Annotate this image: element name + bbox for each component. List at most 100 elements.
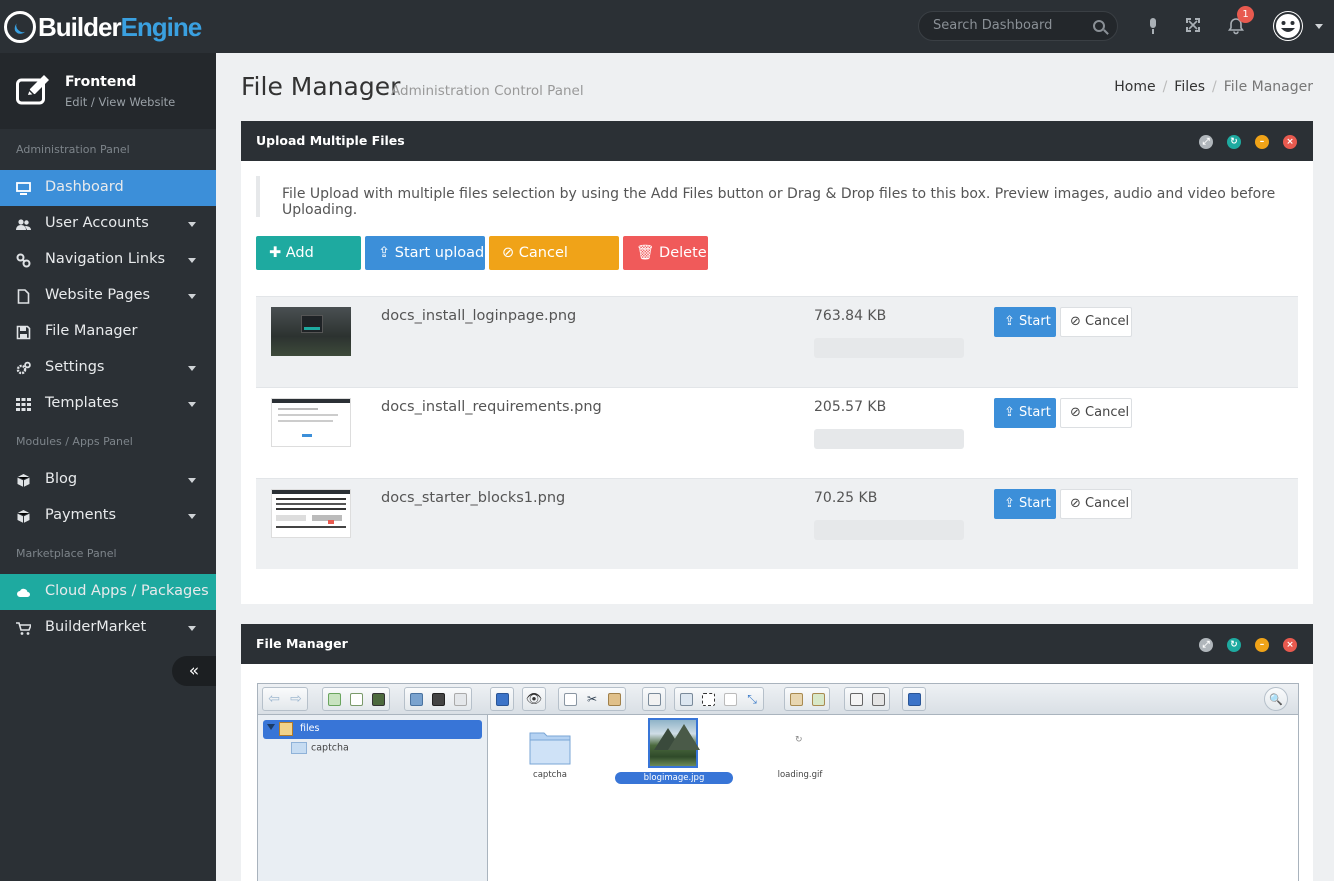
- view-icons-icon[interactable]: [845, 688, 867, 710]
- sidebar-item-website-pages[interactable]: Website Pages: [0, 278, 216, 314]
- extract-icon[interactable]: [785, 688, 807, 710]
- user-menu-caret-icon[interactable]: [1315, 24, 1323, 29]
- sidebar-item-settings[interactable]: Settings: [0, 350, 216, 386]
- search-icon[interactable]: 🔍: [1265, 688, 1287, 710]
- file-label: loading.gif: [777, 770, 823, 780]
- back-icon[interactable]: ⇦: [263, 688, 285, 710]
- cut-icon[interactable]: ✂: [581, 688, 603, 710]
- chevron-down-icon: [188, 366, 196, 371]
- archive-icon[interactable]: [807, 688, 829, 710]
- sidebar-item-label: File Manager: [45, 323, 138, 339]
- sidebar-item-label: Settings: [45, 359, 105, 375]
- expand-icon[interactable]: ⤢: [1199, 135, 1213, 149]
- copy-icon[interactable]: [559, 688, 581, 710]
- cogs-icon: [16, 361, 31, 375]
- chevron-down-icon: [188, 478, 196, 483]
- expand-icon[interactable]: ⤢: [1199, 638, 1213, 652]
- cancel-upload-button[interactable]: ⊘ Cancel upload: [489, 236, 619, 295]
- frontend-subtitle: Edit / View Website: [65, 95, 176, 109]
- refresh-icon[interactable]: ↻: [1227, 135, 1241, 149]
- sidebar-item-cloud-apps[interactable]: Cloud Apps / Packages: [0, 574, 216, 610]
- breadcrumb-files[interactable]: Files: [1174, 79, 1205, 95]
- file-label: captcha: [533, 770, 567, 780]
- minimize-icon[interactable]: –: [1255, 135, 1269, 149]
- sidebar-item-templates[interactable]: Templates: [0, 386, 216, 422]
- cancel-button[interactable]: ⊘ Cancel: [1060, 398, 1132, 428]
- file-item-captcha[interactable]: captcha: [519, 725, 579, 785]
- tree-item-captcha[interactable]: captcha: [291, 742, 349, 754]
- delete-button[interactable]: 🗑 Delete: [623, 236, 708, 270]
- sidebar-item-dashboard[interactable]: Dashboard: [0, 170, 216, 206]
- start-upload-button[interactable]: ⇪ Start upload: [365, 236, 485, 270]
- folder-icon: [529, 732, 571, 765]
- cancel-button[interactable]: ⊘ Cancel: [1060, 307, 1132, 337]
- start-button[interactable]: ⇪ Start: [994, 398, 1056, 428]
- brand-logo[interactable]: BuilderEngine: [4, 11, 203, 43]
- file-item-blogimage[interactable]: blogimage.jpg: [615, 718, 733, 788]
- save-icon[interactable]: [367, 688, 389, 710]
- refresh-icon[interactable]: ↻: [1227, 638, 1241, 652]
- paste-icon[interactable]: [603, 688, 625, 710]
- search-box: [918, 11, 1118, 41]
- edit-file-icon[interactable]: [719, 688, 741, 710]
- duplicate-icon[interactable]: [643, 688, 665, 710]
- toolbar-group-extract: [784, 687, 830, 711]
- upload-file-icon[interactable]: [323, 688, 345, 710]
- elfinder-file-manager: ⇦ ⇨ 👁 ✂ ⤡ 🔍 files captcha captcha blogim…: [257, 683, 1299, 881]
- close-icon[interactable]: ×: [1283, 135, 1297, 149]
- toolbar-group-layout: [844, 687, 890, 711]
- microphone-icon[interactable]: [1144, 17, 1162, 35]
- chevron-down-icon: [188, 294, 196, 299]
- info-icon[interactable]: [491, 688, 513, 710]
- sidebar-item-user-accounts[interactable]: User Accounts: [0, 206, 216, 242]
- forward-icon[interactable]: ⇨: [285, 688, 307, 710]
- select-icon[interactable]: [449, 688, 471, 710]
- sidebar-item-navigation-links[interactable]: Navigation Links: [0, 242, 216, 278]
- add-files-button[interactable]: ✚ Add files...: [256, 236, 361, 295]
- cancel-button[interactable]: ⊘ Cancel: [1060, 489, 1132, 519]
- sidebar-collapse-button[interactable]: «: [172, 656, 216, 686]
- trash-icon: 🗑: [636, 245, 655, 261]
- chevron-down-icon: [188, 222, 196, 227]
- sidebar-item-file-manager[interactable]: File Manager: [0, 314, 216, 350]
- avatar[interactable]: [1273, 11, 1303, 41]
- top-bar: BuilderEngine 1: [0, 0, 1334, 53]
- minimize-icon[interactable]: –: [1255, 638, 1269, 652]
- file-manager-toolbar: ⇦ ⇨ 👁 ✂ ⤡ 🔍: [258, 684, 1298, 715]
- sidebar-item-blog[interactable]: Blog: [0, 462, 216, 498]
- close-icon[interactable]: ×: [1283, 638, 1297, 652]
- search-input[interactable]: [933, 18, 1093, 33]
- search-icon[interactable]: [1093, 20, 1105, 32]
- start-button[interactable]: ⇪ Start: [994, 307, 1056, 337]
- toolbar-group-archive: [642, 687, 666, 711]
- rename-icon[interactable]: [675, 688, 697, 710]
- sidebar-item-label: User Accounts: [45, 215, 149, 231]
- breadcrumb-home[interactable]: Home: [1114, 79, 1155, 95]
- plus-icon: ✚: [269, 245, 282, 261]
- frontend-link[interactable]: Frontend Edit / View Website: [0, 53, 216, 129]
- chevron-down-icon: [188, 402, 196, 407]
- open-icon[interactable]: [405, 688, 427, 710]
- brand-name-part2: Engine: [120, 11, 203, 42]
- save-icon: [16, 325, 31, 340]
- resize-icon[interactable]: ⤡: [741, 688, 763, 710]
- file-item-loading[interactable]: ↻ loading.gif: [769, 725, 829, 785]
- help-icon[interactable]: [903, 688, 925, 710]
- cart-icon: [16, 622, 31, 635]
- notification-badge: 1: [1237, 6, 1254, 23]
- start-button[interactable]: ⇪ Start: [994, 489, 1056, 519]
- sidebar-item-payments[interactable]: Payments: [0, 498, 216, 534]
- sidebar-item-buildermarket[interactable]: BuilderMarket: [0, 610, 216, 646]
- download-icon[interactable]: [427, 688, 449, 710]
- fullscreen-icon[interactable]: [1184, 17, 1202, 35]
- select-all-icon[interactable]: [697, 688, 719, 710]
- collapse-arrow-icon[interactable]: [267, 724, 275, 730]
- sidebar: Frontend Edit / View Website Administrat…: [0, 53, 216, 881]
- page-title: File Manager: [241, 72, 401, 101]
- preview-eye-icon[interactable]: 👁: [523, 688, 545, 710]
- tree-item-files[interactable]: files: [263, 720, 482, 739]
- new-file-icon[interactable]: [345, 688, 367, 710]
- link-icon: [16, 253, 31, 268]
- view-list-icon[interactable]: [867, 688, 889, 710]
- chevron-down-icon: [188, 626, 196, 631]
